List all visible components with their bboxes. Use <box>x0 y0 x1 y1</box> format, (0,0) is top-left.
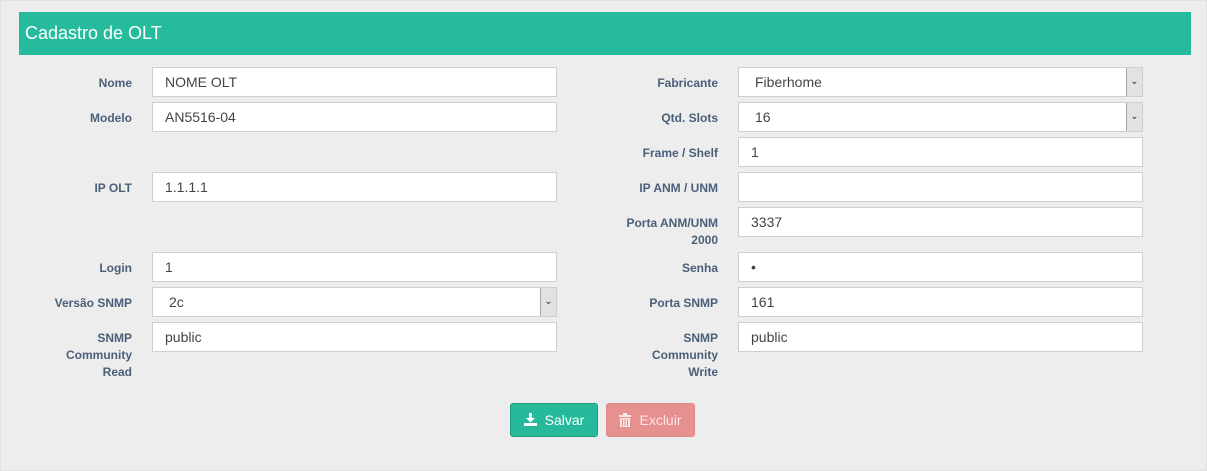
versao-snmp-label: Versão SNMP <box>54 296 132 310</box>
save-button[interactable]: Salvar <box>510 403 598 437</box>
snmp-read-label-line: Read <box>102 365 132 379</box>
login-label: Login <box>99 261 132 275</box>
fabricante-value: Fiberhome <box>755 74 822 90</box>
senha-input[interactable]: • <box>738 252 1143 282</box>
porta-snmp-label: Porta SNMP <box>649 296 718 310</box>
porta-snmp-input[interactable]: 161 <box>738 287 1143 317</box>
snmp-write-label-line: SNMP <box>683 331 718 345</box>
qtd-slots-value: 16 <box>755 109 771 125</box>
page-title: Cadastro de OLT <box>25 23 162 43</box>
ip-anm-input[interactable] <box>738 172 1143 202</box>
chevron-down-icon[interactable]: ⌄ <box>1126 68 1142 96</box>
fabricante-select[interactable]: Fiberhome ⌄ <box>738 67 1143 97</box>
snmp-write-input[interactable]: public <box>738 322 1143 352</box>
panel-header: Cadastro de OLT <box>19 12 1191 55</box>
trash-icon <box>619 404 632 436</box>
senha-label: Senha <box>681 261 718 275</box>
nome-input[interactable]: NOME OLT <box>152 67 557 97</box>
modelo-label: Modelo <box>90 111 132 125</box>
snmp-read-input[interactable]: public <box>152 322 557 352</box>
versao-snmp-value: 2c <box>169 294 184 310</box>
snmp-read-label-line: Community <box>66 348 132 362</box>
qtd-slots-select[interactable]: 16 ⌄ <box>738 102 1143 132</box>
chevron-down-icon[interactable]: ⌄ <box>540 288 556 316</box>
modelo-input[interactable]: AN5516-04 <box>152 102 557 132</box>
ip-anm-label: IP ANM / UNM <box>639 181 718 195</box>
delete-button[interactable]: Excluir <box>606 403 695 437</box>
versao-snmp-select[interactable]: 2c ⌄ <box>152 287 557 317</box>
ip-olt-label: IP OLT <box>94 181 132 195</box>
delete-button-label: Excluir <box>639 412 682 428</box>
snmp-read-label-line: SNMP <box>97 331 132 345</box>
fabricante-label: Fabricante <box>657 76 718 90</box>
qtd-slots-label: Qtd. Slots <box>661 111 718 125</box>
frame-shelf-input[interactable]: 1 <box>738 137 1143 167</box>
save-button-label: Salvar <box>544 412 585 428</box>
nome-label: Nome <box>98 76 132 90</box>
snmp-write-label: SNMP Community Write <box>601 330 718 381</box>
porta-anm-label-line: Porta ANM/UNM <box>626 216 718 230</box>
snmp-write-label-line: Write <box>688 365 718 379</box>
download-icon <box>523 404 537 436</box>
snmp-read-label: SNMP Community Read <box>31 330 132 381</box>
olt-form-panel: Cadastro de OLT Nome NOME OLT Modelo AN5… <box>0 0 1207 471</box>
chevron-down-icon[interactable]: ⌄ <box>1126 103 1142 131</box>
login-input[interactable]: 1 <box>152 252 557 282</box>
ip-olt-input[interactable]: 1.1.1.1 <box>152 172 557 202</box>
porta-anm-label: Porta ANM/UNM 2000 <box>601 215 718 249</box>
porta-anm-input[interactable]: 3337 <box>738 207 1143 237</box>
frame-shelf-label: Frame / Shelf <box>642 146 718 160</box>
snmp-write-label-line: Community <box>652 348 718 362</box>
porta-anm-label-line: 2000 <box>691 233 718 247</box>
